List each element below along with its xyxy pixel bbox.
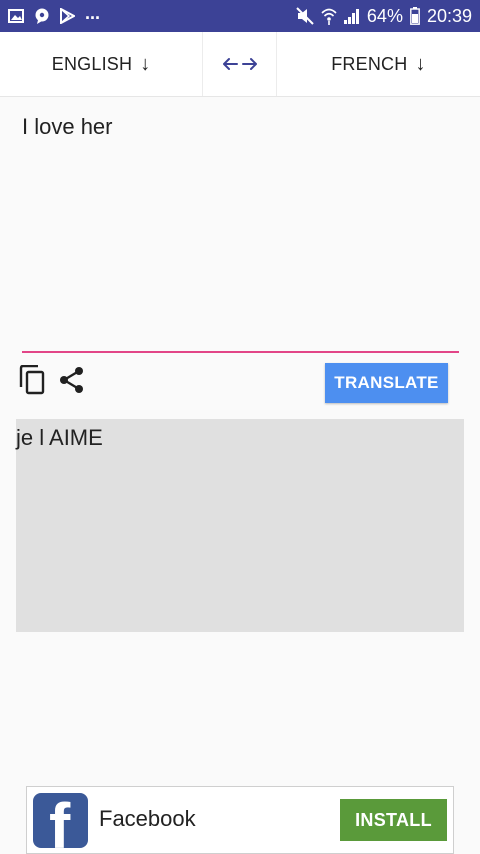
- target-language-label: FRENCH: [331, 53, 408, 74]
- ad-banner[interactable]: f Facebook INSTALL: [26, 786, 454, 854]
- battery-icon: [410, 7, 420, 25]
- gallery-icon: [8, 9, 24, 23]
- source-language-selector[interactable]: ENGLISH ↓: [0, 32, 202, 96]
- status-bar-left: ...: [8, 4, 100, 24]
- target-language-selector[interactable]: FRENCH ↓: [277, 32, 480, 96]
- translate-button[interactable]: TRANSLATE: [325, 363, 448, 403]
- language-bar: ENGLISH ↓ FRENCH ↓: [0, 32, 480, 97]
- facebook-logo-icon: f: [33, 793, 88, 848]
- wifi-icon: [321, 8, 337, 25]
- mute-icon: [296, 7, 314, 25]
- play-store-icon: [60, 8, 75, 24]
- share-icon[interactable]: [58, 366, 86, 394]
- input-underline: [22, 351, 459, 353]
- ad-title: Facebook: [99, 806, 196, 831]
- copy-icon[interactable]: [18, 365, 46, 395]
- status-bar-right: 64% 20:39: [296, 6, 472, 27]
- install-button[interactable]: INSTALL: [340, 799, 447, 841]
- source-language-label: ENGLISH: [51, 53, 133, 74]
- facebook-logo-letter: f: [49, 793, 71, 848]
- status-bar: ... 64% 20:39: [0, 0, 480, 32]
- swap-languages-button[interactable]: [202, 32, 277, 96]
- source-dropdown-arrow-icon: ↓: [140, 52, 151, 75]
- chat-icon: [35, 8, 49, 24]
- battery-percent: 64%: [366, 5, 403, 26]
- status-overflow: ...: [85, 3, 101, 23]
- translation-output-text: je l AIME: [16, 425, 103, 450]
- translation-output: je l AIME: [16, 419, 464, 632]
- clock: 20:39: [426, 5, 472, 26]
- swap-arrows-icon: [222, 58, 257, 70]
- target-dropdown-arrow-icon: ↓: [415, 52, 426, 75]
- source-text-input[interactable]: I love her: [22, 114, 452, 140]
- signal-icon: [343, 9, 359, 24]
